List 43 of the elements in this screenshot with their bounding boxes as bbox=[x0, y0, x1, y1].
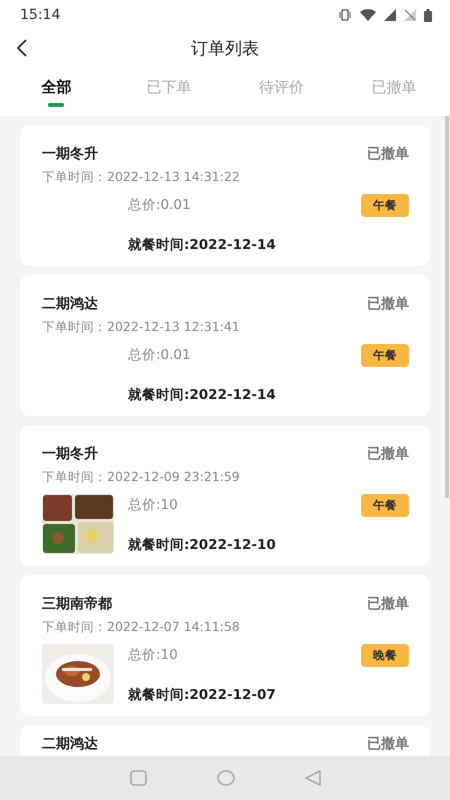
order-time: 下单时间：2022-12-13 12:31:41 bbox=[42, 319, 241, 336]
order-card[interactable]: 一期冬升 已撤单 下单时间：2022-12-13 14:31:22 总价:0.01 就餐时间:2022-12-14 午餐 bbox=[20, 125, 430, 266]
tab[interactable]: 全部 bbox=[0, 66, 112, 116]
canteen-name: 二期鸿达 bbox=[42, 735, 98, 753]
wifi-icon bbox=[360, 9, 376, 21]
canteen-name: 一期冬升 bbox=[42, 145, 98, 163]
canteen-name: 三期南帝都 bbox=[42, 595, 112, 613]
order-status: 已撤单 bbox=[367, 595, 409, 613]
order-status: 已撤单 bbox=[367, 295, 409, 313]
recents-icon[interactable] bbox=[130, 770, 146, 786]
order-status: 已撤单 bbox=[367, 145, 409, 163]
meal-tag: 午餐 bbox=[361, 494, 409, 517]
total-price: 总价:10 bbox=[128, 646, 179, 664]
order-time: 下单时间：2022-12-09 23:21:59 bbox=[42, 469, 241, 486]
vibrate-icon bbox=[338, 9, 352, 21]
meal-tag: 午餐 bbox=[361, 194, 409, 217]
order-status: 已撤单 bbox=[367, 735, 409, 753]
battery-icon bbox=[424, 8, 432, 22]
total-price: 总价:10 bbox=[128, 496, 179, 514]
dining-time: 就餐时间:2022-12-14 bbox=[128, 236, 277, 254]
total-price: 总价:0.01 bbox=[128, 196, 192, 214]
order-card[interactable]: 二期鸿达 已撤单 bbox=[20, 725, 430, 756]
dining-time: 就餐时间:2022-12-14 bbox=[128, 386, 277, 404]
canteen-name: 一期冬升 bbox=[42, 445, 98, 463]
dining-time: 就餐时间:2022-12-10 bbox=[128, 536, 277, 554]
page-title: 订单列表 bbox=[191, 38, 259, 60]
back-icon[interactable] bbox=[16, 39, 28, 57]
meal-tag: 晚餐 bbox=[361, 644, 409, 667]
back-nav-icon[interactable] bbox=[304, 770, 320, 786]
meal-tag: 午餐 bbox=[361, 344, 409, 367]
order-time: 下单时间：2022-12-13 14:31:22 bbox=[42, 169, 241, 186]
home-icon[interactable] bbox=[216, 770, 234, 786]
order-time: 下单时间：2022-12-07 14:11:58 bbox=[42, 619, 241, 636]
signal-icon bbox=[384, 9, 396, 21]
order-card[interactable]: 二期鸿达 已撤单 下单时间：2022-12-13 12:31:41 总价:0.01 就餐时间:2022-12-14 午餐 bbox=[20, 275, 430, 416]
order-status: 已撤单 bbox=[367, 445, 409, 463]
order-card[interactable]: 三期南帝都 已撤单 下单时间：2022-12-07 14:11:58 总价:10 就餐时间:2022-12-07 晚餐 bbox=[20, 575, 430, 716]
no-sim-icon bbox=[404, 9, 416, 21]
status-time: 15:14 bbox=[20, 7, 60, 23]
total-price: 总价:0.01 bbox=[128, 346, 192, 364]
canteen-name: 二期鸿达 bbox=[42, 295, 98, 313]
dining-time: 就餐时间:2022-12-07 bbox=[128, 686, 277, 704]
order-card[interactable]: 一期冬升 已撤单 下单时间：2022-12-09 23:21:59 总价:10 就餐时间:2022-12-10 午餐 bbox=[20, 425, 430, 566]
